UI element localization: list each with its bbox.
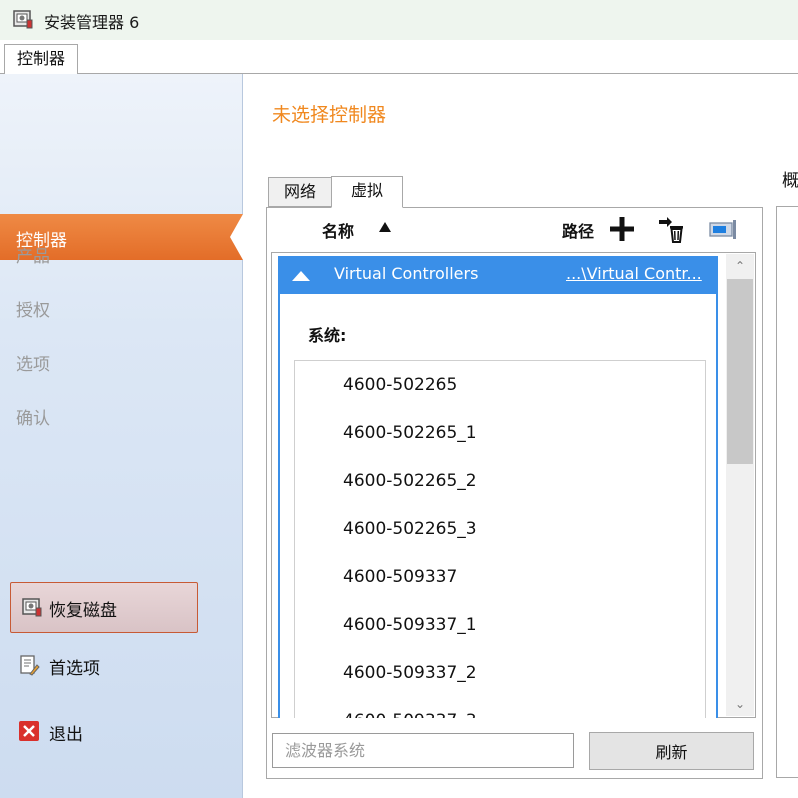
group-path-link[interactable]: ...\Virtual Contr... bbox=[566, 264, 702, 283]
sidebar: 控制器 产品 授权 选项 确认 恢复磁盘 首选项 退出 bbox=[0, 74, 243, 798]
restore-disk-icon bbox=[22, 598, 42, 617]
exit-icon bbox=[19, 721, 39, 741]
filter-systems-input[interactable] bbox=[272, 733, 574, 768]
list-item[interactable]: 4600-509337 bbox=[343, 567, 457, 587]
controller-group-header[interactable]: Virtual Controllers ...\Virtual Contr... bbox=[280, 258, 716, 294]
right-panel bbox=[776, 206, 798, 778]
list-item[interactable]: 4600-509337_2 bbox=[343, 663, 477, 683]
tab-network[interactable]: 网络 bbox=[268, 177, 332, 207]
collapse-icon[interactable] bbox=[292, 271, 310, 281]
sidebar-item-license[interactable]: 授权 bbox=[16, 296, 50, 321]
tab-virtual[interactable]: 虚拟 bbox=[331, 176, 403, 208]
list-item[interactable]: 4600-502265_3 bbox=[343, 519, 477, 539]
scroll-thumb[interactable] bbox=[727, 279, 753, 464]
sort-ascending-icon[interactable] bbox=[379, 222, 391, 232]
systems-list: 4600-502265 4600-502265_1 4600-502265_2 … bbox=[294, 360, 706, 718]
list-item[interactable]: 4600-502265 bbox=[343, 375, 457, 395]
list-item[interactable]: 4600-502265_2 bbox=[343, 471, 477, 491]
preferences-label: 首选项 bbox=[49, 659, 100, 679]
scroll-up-icon[interactable]: ⌃ bbox=[726, 254, 754, 278]
right-panel-label: 概 bbox=[782, 171, 798, 191]
group-name: Virtual Controllers bbox=[334, 264, 479, 283]
list-item[interactable]: 4600-509337_3 bbox=[343, 711, 477, 718]
list-scrollbar[interactable]: ⌃ ⌄ bbox=[726, 254, 754, 716]
column-header-path[interactable]: 路径 bbox=[562, 218, 594, 242]
systems-label: 系统: bbox=[308, 326, 347, 345]
active-indicator-arrow bbox=[230, 214, 243, 260]
exit-label: 退出 bbox=[49, 725, 83, 745]
app-icon bbox=[13, 10, 33, 29]
refresh-button[interactable]: 刷新 bbox=[589, 732, 754, 770]
column-header-name[interactable]: 名称 bbox=[322, 218, 354, 242]
sidebar-item-products[interactable]: 产品 bbox=[16, 242, 50, 267]
top-tab-row: 控制器 bbox=[0, 40, 798, 75]
tab-controllers[interactable]: 控制器 bbox=[4, 44, 78, 75]
restore-disk-label: 恢复磁盘 bbox=[49, 601, 117, 621]
move-delete-icon[interactable] bbox=[656, 214, 686, 244]
add-icon[interactable] bbox=[607, 214, 637, 244]
sidebar-item-options[interactable]: 选项 bbox=[16, 350, 50, 375]
scroll-down-icon[interactable]: ⌄ bbox=[726, 692, 754, 716]
title-bar: 安装管理器 6 bbox=[0, 0, 798, 40]
sidebar-item-confirm[interactable]: 确认 bbox=[16, 404, 50, 429]
window-title: 安装管理器 6 bbox=[44, 13, 140, 32]
list-item[interactable]: 4600-502265_1 bbox=[343, 423, 477, 443]
page-title: 未选择控制器 bbox=[272, 104, 387, 126]
list-item[interactable]: 4600-509337_1 bbox=[343, 615, 477, 635]
preferences-icon bbox=[20, 655, 40, 676]
restore-disk-button[interactable]: 恢复磁盘 bbox=[10, 582, 198, 633]
device-icon[interactable] bbox=[708, 214, 738, 244]
controller-group[interactable]: Virtual Controllers ...\Virtual Contr...… bbox=[278, 256, 718, 718]
